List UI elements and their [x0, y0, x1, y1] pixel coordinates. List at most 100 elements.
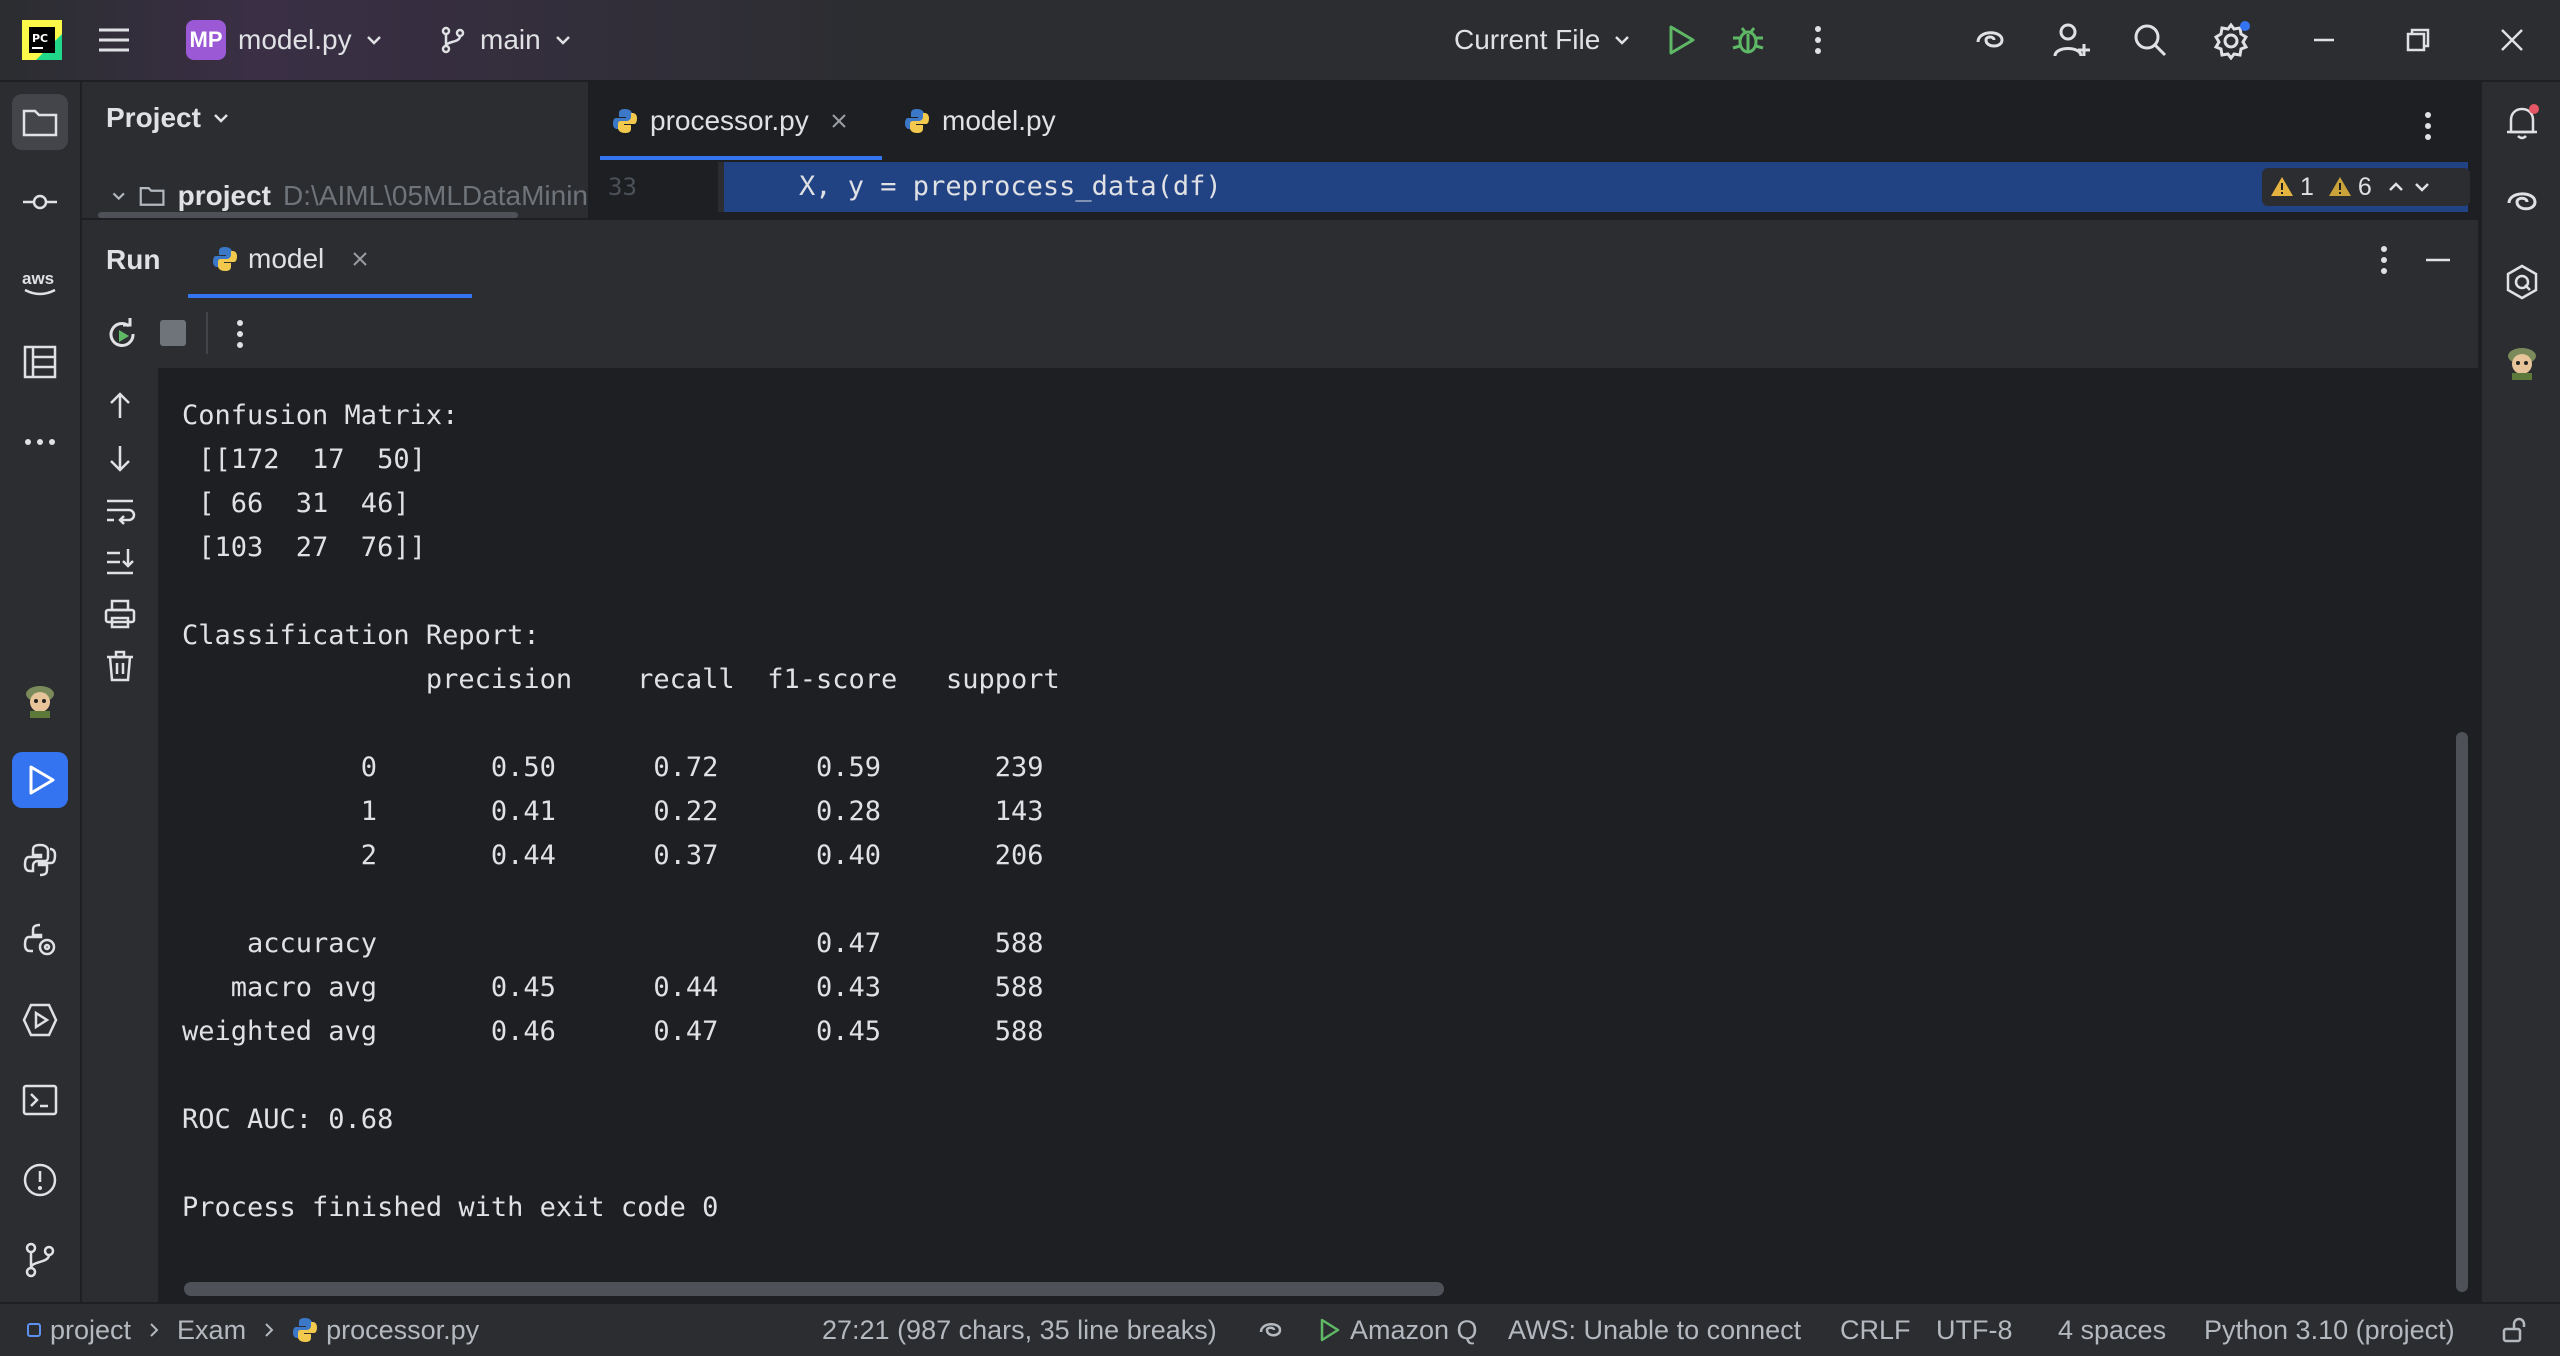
chevron-up-icon[interactable]: [2386, 177, 2406, 197]
aws-icon: aws: [22, 269, 56, 296]
console-side-toolbar: [82, 368, 158, 1302]
file-lock-icon[interactable]: [2500, 1304, 2528, 1356]
commit-tool-button[interactable]: [12, 174, 68, 230]
project-tree-root[interactable]: project D:\AIML\05MLDataMinin: [110, 180, 588, 212]
right-tool-window-bar: [2480, 82, 2560, 1302]
aws-toolkit-button[interactable]: aws: [12, 254, 68, 310]
soft-wrap-icon[interactable]: [102, 492, 138, 528]
ai-assistant-icon[interactable]: [1972, 22, 2008, 58]
folder-icon: [140, 187, 165, 206]
file-encoding[interactable]: UTF-8: [1936, 1304, 2013, 1356]
line-separator[interactable]: CRLF: [1840, 1304, 1911, 1356]
aws-connection-status[interactable]: AWS: Unable to connect: [1508, 1304, 1801, 1356]
close-tab-icon[interactable]: [350, 249, 370, 269]
project-tool-button[interactable]: [12, 94, 68, 150]
minimize-window-icon[interactable]: [2306, 22, 2342, 58]
more-run-actions-icon[interactable]: [222, 316, 258, 352]
services-icon: [22, 1003, 58, 1037]
branch-name: main: [480, 24, 541, 55]
python-packages-button[interactable]: [12, 832, 68, 888]
console-line: 1 0.41 0.22 0.28 143: [182, 796, 1044, 827]
python-interpreter[interactable]: Python 3.10 (project): [2204, 1304, 2455, 1356]
search-icon[interactable]: [2132, 22, 2168, 58]
console-output[interactable]: Confusion Matrix: [[172 17 50] [ 66 31 4…: [158, 368, 2478, 1302]
error-icon: [2271, 177, 2293, 196]
bell-icon: [2507, 104, 2539, 140]
run-tab-model[interactable]: model: [212, 220, 370, 298]
navigation-breadcrumb[interactable]: project Exam processor.py: [26, 1304, 479, 1356]
run-icon[interactable]: [1662, 22, 1698, 58]
python-file-icon: [905, 109, 929, 133]
trash-icon[interactable]: [102, 648, 138, 684]
more-tool-windows-button[interactable]: [12, 414, 68, 470]
error-count: 1: [2300, 172, 2314, 201]
tab-label: processor.py: [650, 105, 809, 136]
amazon-q-panel-button[interactable]: [2494, 254, 2550, 310]
editor-tabs-menu-icon[interactable]: [2410, 108, 2446, 144]
structure-icon: [23, 345, 57, 379]
problems-tool-button[interactable]: [12, 1152, 68, 1208]
console-line: 2 0.44 0.37 0.40 206: [182, 840, 1044, 871]
more-actions-icon[interactable]: [1800, 22, 1836, 58]
close-window-icon[interactable]: [2494, 22, 2530, 58]
arrow-up-icon[interactable]: [102, 388, 138, 424]
project-panel-header[interactable]: Project: [106, 102, 231, 134]
vcs-branch-widget[interactable]: main: [438, 0, 573, 80]
structure-tool-button[interactable]: [12, 334, 68, 390]
run-config-selector[interactable]: Current File: [1454, 0, 1632, 80]
notifications-button[interactable]: [2494, 94, 2550, 150]
console-line: [ 66 31 46]: [182, 488, 410, 519]
run-tool-button[interactable]: [12, 752, 68, 808]
selected-code-line[interactable]: X, y = preprocess_data(df): [724, 162, 2468, 212]
svg-text:aws: aws: [22, 269, 54, 288]
stop-icon[interactable]: [160, 320, 186, 346]
settings-gear-icon[interactable]: [2212, 20, 2252, 60]
breadcrumb-item[interactable]: processor.py: [326, 1315, 479, 1346]
console-horizontal-scrollbar[interactable]: [184, 1282, 1444, 1296]
rerun-icon[interactable]: [104, 316, 140, 352]
print-icon[interactable]: [102, 596, 138, 632]
active-tab-indicator: [600, 156, 882, 160]
indent-setting[interactable]: 4 spaces: [2058, 1304, 2166, 1356]
more-horizontal-icon: [25, 439, 55, 445]
chevron-down-icon[interactable]: [2412, 177, 2432, 197]
console-vertical-scrollbar[interactable]: [2456, 732, 2468, 1292]
close-tab-icon[interactable]: [829, 111, 849, 131]
restore-window-icon[interactable]: [2400, 22, 2436, 58]
project-widget[interactable]: MP model.py: [186, 0, 384, 80]
run-window-options-icon[interactable]: [2366, 242, 2402, 278]
debug-icon[interactable]: [1730, 22, 1766, 58]
project-root-name: project: [177, 180, 271, 211]
cursor-position[interactable]: 27:21 (987 chars, 35 line breaks): [822, 1304, 1217, 1356]
code-text: X, y = preprocess_data(df): [734, 171, 1222, 202]
console-line: [[172 17 50]: [182, 444, 426, 475]
ai-status-icon[interactable]: [1256, 1304, 1284, 1356]
python-file-icon: [613, 109, 637, 133]
services-button[interactable]: [12, 992, 68, 1048]
editor-tab-processor[interactable]: processor.py: [612, 82, 849, 160]
plugin-mascot-right-button[interactable]: [2494, 334, 2550, 390]
plugin-mascot-button[interactable]: [12, 672, 68, 728]
breadcrumb-item[interactable]: project: [50, 1315, 131, 1346]
ai-assistant-panel-button[interactable]: [2494, 174, 2550, 230]
terminal-tool-button[interactable]: [12, 1072, 68, 1128]
amazon-q-status[interactable]: Amazon Q: [1316, 1304, 1478, 1356]
scroll-to-end-icon[interactable]: [102, 544, 138, 580]
breadcrumb-item[interactable]: Exam: [177, 1315, 246, 1346]
chevron-down-icon: [112, 192, 125, 201]
hide-window-icon[interactable]: [2420, 242, 2456, 278]
main-menu-icon[interactable]: [96, 22, 132, 58]
python-file-icon: [213, 247, 237, 271]
services-tool-button[interactable]: [12, 912, 68, 968]
python-file-icon: [293, 1318, 318, 1342]
version-control-button[interactable]: [12, 1232, 68, 1288]
chevron-down-icon: [366, 36, 381, 45]
inspection-widget[interactable]: 1 6: [2262, 168, 2470, 206]
code-with-me-icon[interactable]: [2052, 20, 2092, 60]
editor-tab-model[interactable]: model.py: [904, 82, 1056, 160]
run-tab-label: model: [248, 243, 325, 274]
arrow-down-icon[interactable]: [102, 440, 138, 476]
amazon-q-icon: [2506, 264, 2538, 300]
